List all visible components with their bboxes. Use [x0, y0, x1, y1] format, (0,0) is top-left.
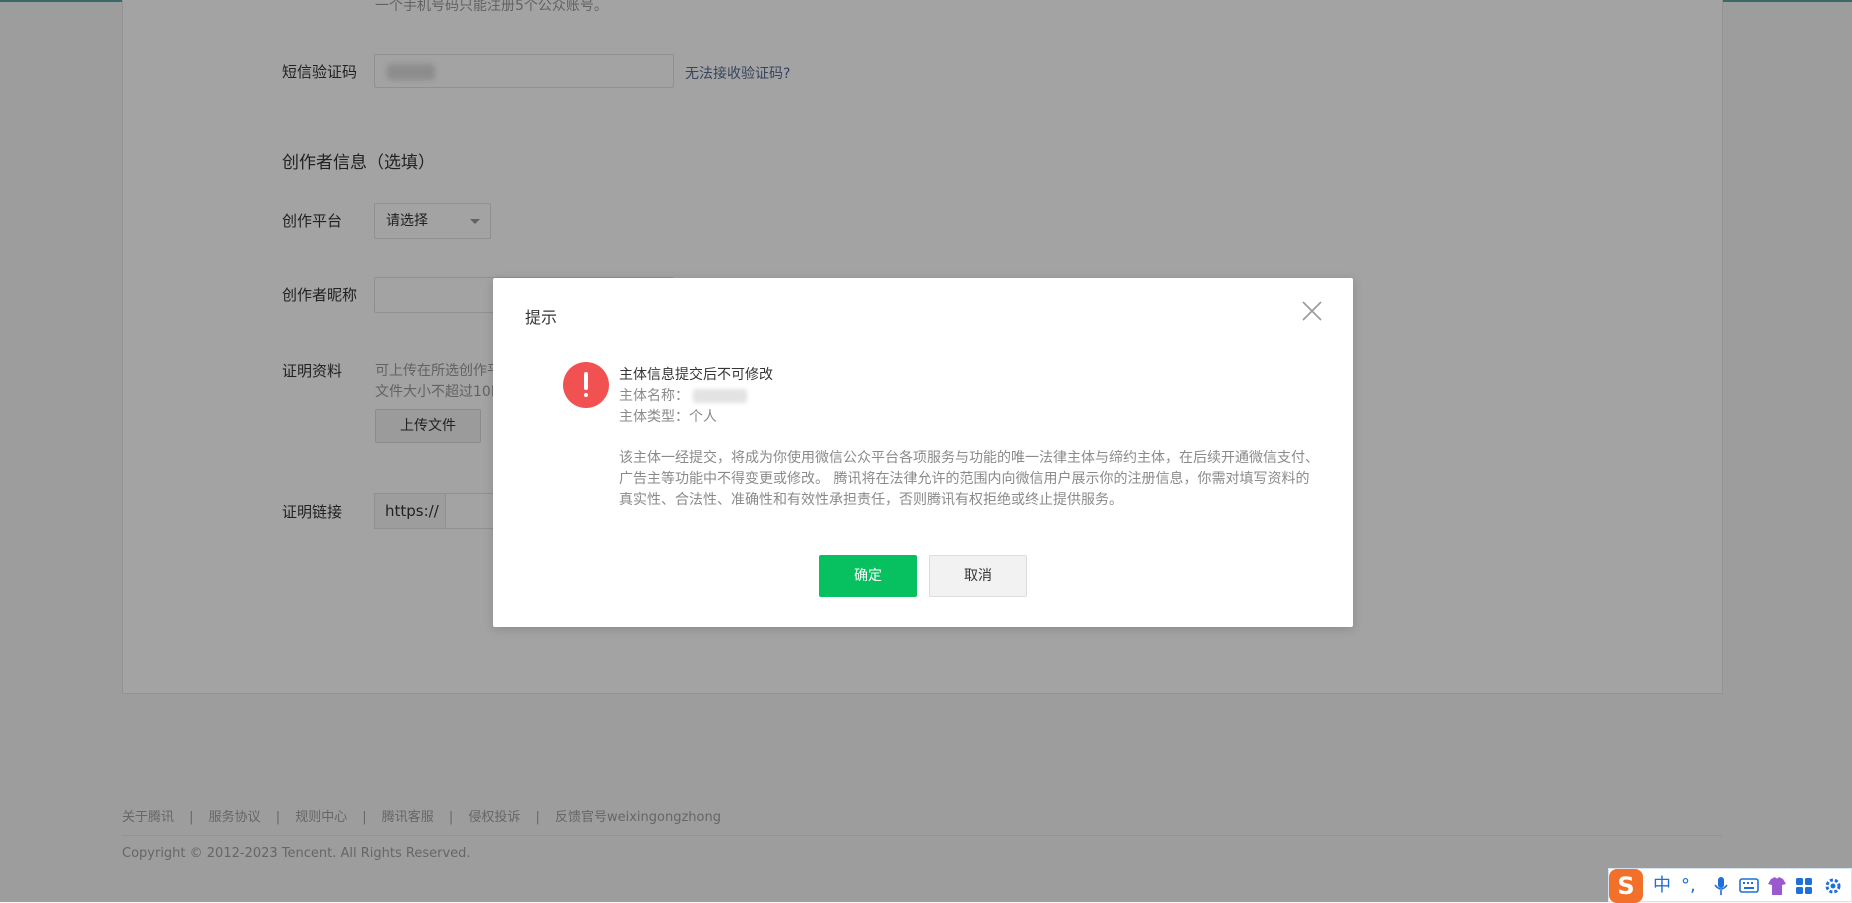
entity-type-row: 主体类型：个人 [619, 406, 717, 426]
dialog-body-text: 该主体一经提交，将成为你使用微信公众平台各项服务与功能的唯一法律主体与缔约主体，… [619, 450, 1319, 508]
warning-icon [563, 362, 609, 408]
toolbox-icon[interactable] [1795, 877, 1813, 895]
cancel-button[interactable]: 取消 [929, 555, 1027, 597]
entity-type-label: 主体类型： [619, 409, 689, 425]
microphone-icon[interactable] [1713, 876, 1729, 896]
ime-toolbar: S 中 °, [1608, 868, 1852, 903]
entity-name-row: 主体名称： [619, 385, 748, 405]
sogou-logo-icon[interactable]: S [1609, 869, 1643, 903]
skin-icon[interactable] [1767, 876, 1787, 896]
ime-language-toggle[interactable]: 中 [1653, 875, 1671, 897]
close-icon[interactable] [1301, 300, 1323, 322]
confirm-button[interactable]: 确定 [819, 555, 917, 597]
entity-name-blurred-value [693, 389, 748, 403]
dialog-heading: 主体信息提交后不可修改 [619, 367, 773, 383]
settings-icon[interactable] [1823, 876, 1843, 896]
ime-punctuation-toggle[interactable]: °, [1681, 875, 1696, 897]
keyboard-icon[interactable] [1739, 878, 1759, 893]
dialog-title: 提示 [525, 308, 558, 327]
entity-name-label: 主体名称： [619, 388, 689, 404]
entity-type-value: 个人 [689, 409, 717, 425]
confirm-dialog: 提示 主体信息提交后不可修改 主体名称： 主体类型：个人 该主体一经提交，将成为… [493, 278, 1353, 627]
